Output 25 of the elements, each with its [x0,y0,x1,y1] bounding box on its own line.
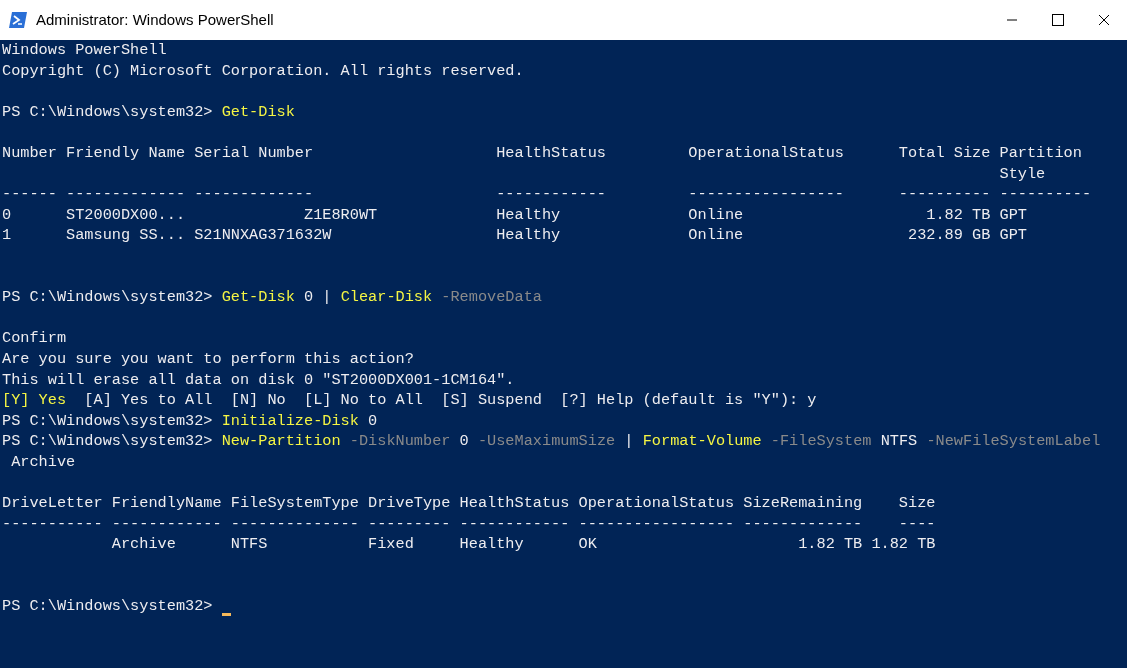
console-line: Number Friendly Name Serial Number HealthStatus OperationalStatus Total Size Partition [2,142,1082,164]
console-line: Are you sure you want to perform this action? [2,348,414,370]
console-line: PS C:\Windows\system32> New-Partition -DiskNumber 0 -UseMaximumSize | Format-Volume -FileSystem NTFS -NewFileSystemLabel [2,431,1101,452]
console-line: [Y] Yes [A] Yes to All [N] No [L] No to All [S] Suspend [?] Help (default is "Y"): y [2,390,817,411]
console-line: Archive [10,451,76,473]
console-line: PS C:\Windows\system32> Get-Disk [2,101,295,123]
console-line: 0 ST2000DX00... Z1E8R0WT Healthy Online 1.82 TB GPT [2,204,1027,226]
console-line: Archive NTFS Fixed Healthy OK 1.82 TB 1.82 TB [110,534,936,555]
maximize-icon [1052,14,1064,26]
console-line: This will erase all data on disk 0 "ST2000DX001-1CM164". [2,369,515,391]
console-line: Windows PowerShell [2,40,167,61]
close-icon [1098,14,1110,26]
console-line: ----------- ------------ -------------- --------- ------------ ----------------- ------------- ---- [2,513,936,535]
console-line: PS C:\Windows\system32> Initialize-Disk 0 [2,410,378,432]
console-line: PS C:\Windows\system32> [2,596,214,617]
window-title: Administrator: Windows PowerShell [36,9,274,30]
console-line: Style [998,163,1046,185]
terminal-icon [8,11,28,29]
text-cursor [221,612,231,616]
console-line: DriveLetter FriendlyName FileSystemType DriveType HealthStatus OperationalStatus SizeRemaining Size [2,493,936,514]
console-line: Copyright (C) Microsoft Corporation. All rights reserved. [2,60,524,82]
console-line: 1 Samsung SS... S21NNXAG371632W Healthy Online 232.89 GB GPT [2,225,1027,246]
console-line: Confirm [2,328,67,349]
console-line: ------ ------------- ------------- ------------ ----------------- ---------- ---------- [2,184,1092,205]
console-line: PS C:\Windows\system32> Get-Disk 0 | Clear-Disk -RemoveData [2,287,542,308]
